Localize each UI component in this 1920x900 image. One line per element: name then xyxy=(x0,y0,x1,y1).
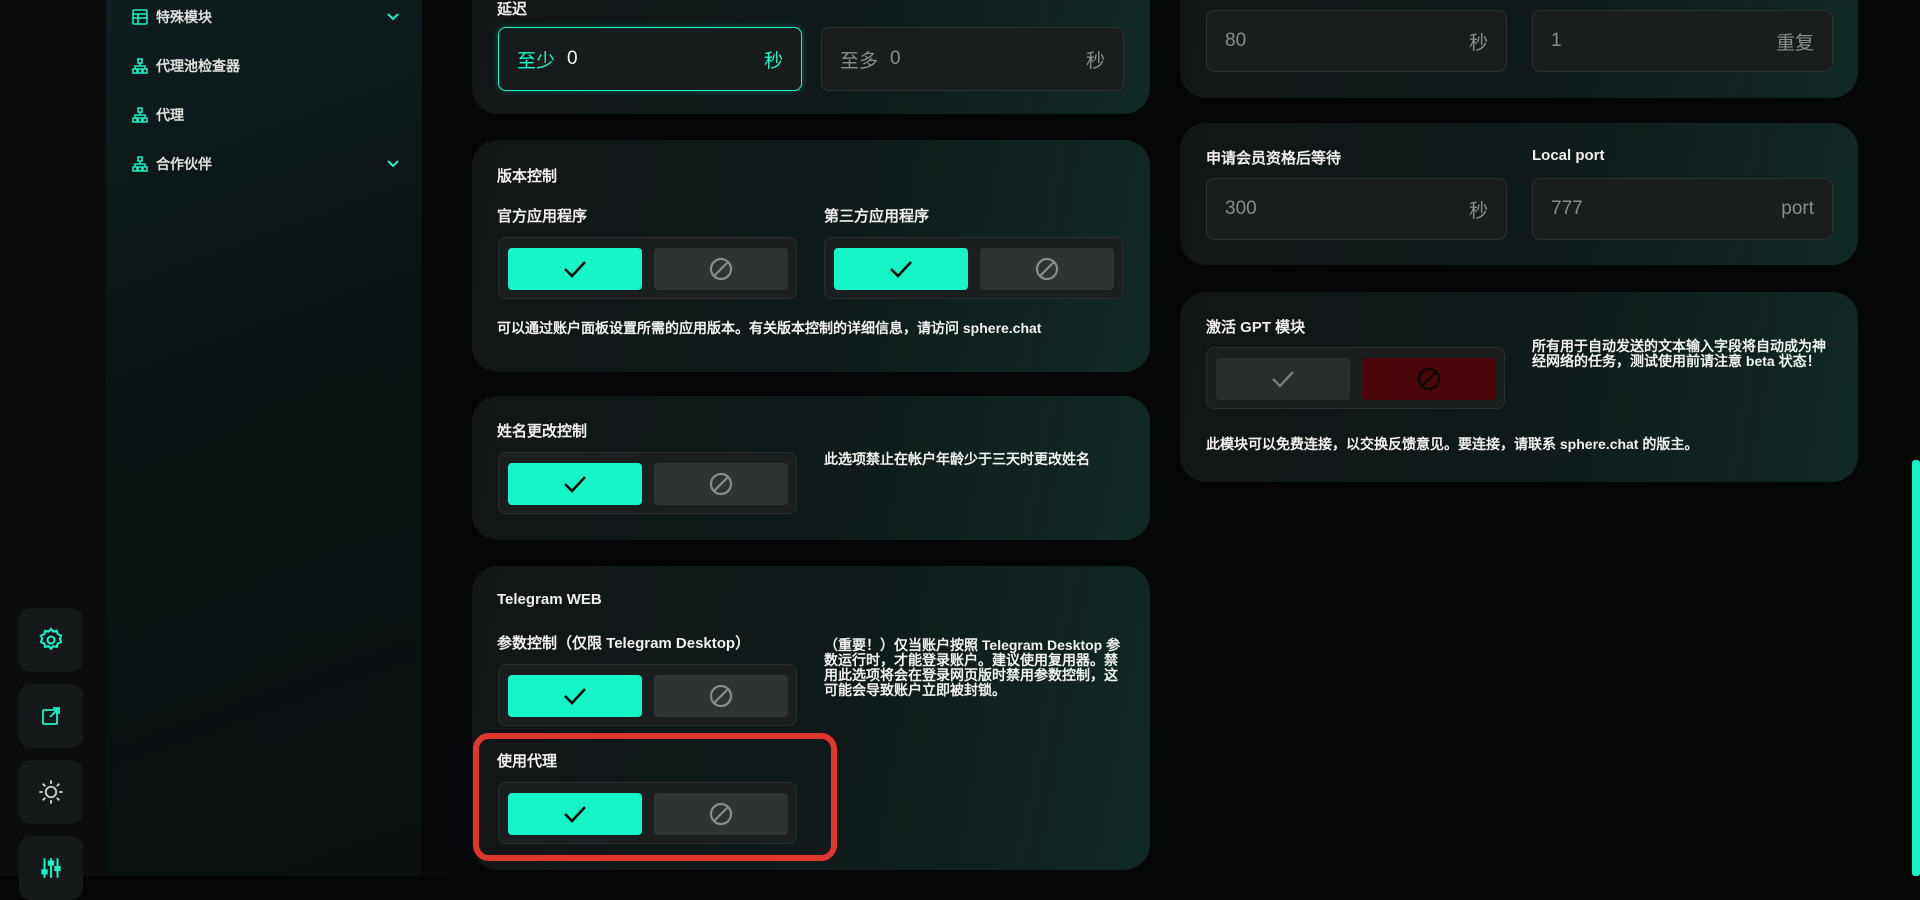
repeat-unit: 重复 xyxy=(1775,32,1814,54)
check-icon xyxy=(1272,371,1294,388)
telegram-web-note: （重要！）仅当账户按照 Telegram Desktop 参数运行时，才能登录账… xyxy=(824,637,1121,698)
max-unit: 秒 xyxy=(1085,50,1105,72)
ban-icon xyxy=(709,684,733,708)
check-icon xyxy=(564,476,586,493)
enable-button[interactable] xyxy=(508,248,642,290)
gpt-module-note: 此模块可以免费连接，以交换反馈意见。要连接，请联系 sphere.chat 的版… xyxy=(1206,436,1699,452)
delay-title: 延迟 xyxy=(497,1,528,18)
chevron-down-icon[interactable] xyxy=(384,7,402,25)
ban-icon xyxy=(1417,367,1441,391)
delay-min-field[interactable]: 至少 0 秒 xyxy=(498,27,802,91)
sidebar-item-label: 代理池检查器 xyxy=(156,58,240,74)
name-change-card: 姓名更改控制 此选项禁止在帐户年龄少于三天时更改姓名 xyxy=(472,396,1150,540)
repeat-settings-card: 80 秒 1 重复 xyxy=(1180,0,1858,98)
min-value: 0 xyxy=(567,48,578,69)
sidebar-item-proxy-pool-checker[interactable]: 代理池检查器 xyxy=(130,52,402,80)
third-party-app-label: 第三方应用程序 xyxy=(824,208,930,225)
enable-button[interactable] xyxy=(508,463,642,505)
repeat-placeholder: 1 xyxy=(1551,30,1562,51)
min-unit: 秒 xyxy=(763,50,783,72)
param-control-label: 参数控制（仅限 Telegram Desktop） xyxy=(497,635,751,652)
theme-toggle-button[interactable] xyxy=(19,760,83,824)
ban-icon xyxy=(709,257,733,281)
network-icon xyxy=(130,105,150,125)
version-control-card: 版本控制 官方应用程序 第三方应用程序 可以通过账户面板设置所需的应用版本。有关… xyxy=(472,140,1150,372)
sliders-icon xyxy=(41,858,61,878)
port-unit: port xyxy=(1781,198,1814,219)
max-placeholder: 0 xyxy=(890,48,901,69)
name-change-note: 此选项禁止在帐户年龄少于三天时更改姓名 xyxy=(824,451,1090,467)
wait-placeholder: 300 xyxy=(1225,198,1257,219)
sidebar-item-label: 特殊模块 xyxy=(156,9,212,25)
sidebar-item-special-modules[interactable]: 特殊模块 xyxy=(130,3,402,31)
repeat-field[interactable]: 1 重复 xyxy=(1532,10,1833,72)
name-change-title: 姓名更改控制 xyxy=(497,423,588,440)
interval-unit: 秒 xyxy=(1468,32,1488,54)
max-prefix: 至多 xyxy=(840,50,879,72)
gpt-module-side-note: 所有用于自动发送的文本输入字段将自动成为神经网络的任务，测试使用前请注意 bet… xyxy=(1532,338,1826,369)
network-icon xyxy=(130,56,150,76)
sidebar: 特殊模块 代理池检查器 代理 合作伙伴 xyxy=(106,0,422,876)
check-icon xyxy=(890,261,912,278)
disable-button[interactable] xyxy=(1362,358,1496,400)
enable-button[interactable] xyxy=(1216,358,1350,400)
gear-icon xyxy=(39,627,63,651)
disable-button[interactable] xyxy=(654,463,788,505)
gpt-module-toggle xyxy=(1206,347,1505,409)
membership-wait-field[interactable]: 300 秒 xyxy=(1206,178,1507,240)
third-party-app-toggle xyxy=(824,237,1123,299)
sidebar-item-label: 代理 xyxy=(156,107,184,123)
icon-rail xyxy=(0,0,106,900)
wait-unit: 秒 xyxy=(1468,200,1488,222)
telegram-web-title: Telegram WEB xyxy=(497,591,602,608)
highlight-box xyxy=(473,733,837,861)
name-change-toggle xyxy=(498,452,797,514)
official-app-toggle xyxy=(498,237,797,299)
table-icon xyxy=(130,7,150,27)
sidebar-item-label: 合作伙伴 xyxy=(156,156,212,172)
theme-toggle-icon xyxy=(39,780,63,804)
local-port-label: Local port xyxy=(1532,147,1605,164)
membership-wait-label: 申请会员资格后等待 xyxy=(1206,150,1342,167)
settings-button[interactable] xyxy=(19,608,83,672)
param-control-toggle xyxy=(498,664,797,726)
port-placeholder: 777 xyxy=(1551,198,1583,219)
official-app-label: 官方应用程序 xyxy=(497,208,588,225)
external-link-icon xyxy=(42,707,60,725)
local-port-field[interactable]: 777 port xyxy=(1532,178,1833,240)
ban-icon xyxy=(1035,257,1059,281)
disable-button[interactable] xyxy=(654,248,788,290)
delay-card: 延迟 至少 0 秒 至多 0 秒 xyxy=(472,0,1150,114)
min-prefix: 至少 xyxy=(517,50,556,72)
adjustments-button[interactable] xyxy=(19,836,83,900)
interval-placeholder: 80 xyxy=(1225,30,1247,51)
open-external-button[interactable] xyxy=(19,684,83,748)
sidebar-item-partners[interactable]: 合作伙伴 xyxy=(130,150,402,178)
delay-max-field[interactable]: 至多 0 秒 xyxy=(821,27,1124,91)
disable-button[interactable] xyxy=(654,675,788,717)
interval-field[interactable]: 80 秒 xyxy=(1206,10,1507,72)
ban-icon xyxy=(709,472,733,496)
membership-card: 申请会员资格后等待 Local port 300 秒 777 port xyxy=(1180,123,1858,265)
enable-button[interactable] xyxy=(834,248,968,290)
check-icon xyxy=(564,261,586,278)
sidebar-item-proxy[interactable]: 代理 xyxy=(130,101,402,129)
gpt-module-title: 激活 GPT 模块 xyxy=(1206,319,1306,336)
sidebar-gutter xyxy=(422,0,448,876)
scrollbar[interactable] xyxy=(1912,460,1920,876)
disable-button[interactable] xyxy=(980,248,1114,290)
enable-button[interactable] xyxy=(508,675,642,717)
version-control-title: 版本控制 xyxy=(497,168,558,185)
chevron-down-icon[interactable] xyxy=(384,154,402,172)
network-icon xyxy=(130,154,150,174)
version-control-note: 可以通过账户面板设置所需的应用版本。有关版本控制的详细信息，请访问 sphere… xyxy=(497,320,1042,336)
check-icon xyxy=(564,688,586,705)
gpt-module-card: 激活 GPT 模块 所有用于自动发送的文本输入字段将自动成为神经网络的任务，测试… xyxy=(1180,292,1858,482)
